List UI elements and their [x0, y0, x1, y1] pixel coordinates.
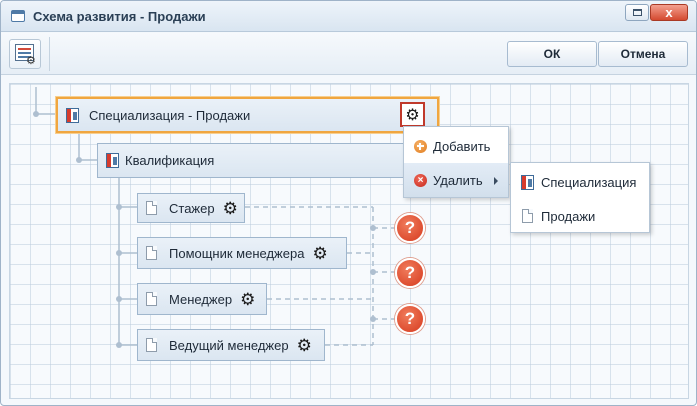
- book-icon: [66, 107, 79, 123]
- help-icon[interactable]: ?: [395, 304, 425, 334]
- tree-node-position[interactable]: Менеджер ⚙: [137, 283, 267, 315]
- submenu-arrow-icon: [494, 177, 498, 185]
- page-icon: [146, 201, 157, 215]
- menu-item-delete[interactable]: × Удалить: [404, 163, 508, 197]
- node-label: Ведущий менеджер: [169, 337, 289, 353]
- title-bar[interactable]: Схема развития - Продажи x: [1, 1, 696, 32]
- delete-circle-icon: ×: [414, 173, 427, 187]
- context-menu: Добавить × Удалить: [403, 126, 509, 198]
- toolbar: ⚙ ОК Отмена: [1, 33, 696, 75]
- window-icon: [11, 10, 25, 22]
- gear-icon[interactable]: ⚙: [240, 291, 255, 308]
- close-icon: x: [665, 5, 673, 20]
- tree-node-position[interactable]: Ведущий менеджер ⚙: [137, 329, 325, 361]
- book-icon: [106, 153, 119, 168]
- menu-item-label: Удалить: [433, 172, 483, 188]
- gear-icon: ⚙: [26, 55, 36, 67]
- node-settings-gear-icon[interactable]: ⚙: [400, 102, 425, 127]
- ok-button[interactable]: ОК: [507, 41, 597, 67]
- page-icon: [146, 338, 157, 352]
- page-icon: [146, 292, 157, 306]
- gear-icon[interactable]: ⚙: [297, 337, 312, 354]
- book-icon: [521, 174, 534, 190]
- menu-item-label: Продажи: [541, 208, 596, 224]
- node-label: Специализация - Продажи: [89, 107, 251, 123]
- tree-node-position[interactable]: Стажер ⚙: [137, 193, 245, 223]
- submenu: Специализация Продажи: [510, 162, 650, 233]
- tree-node-specialization[interactable]: Специализация - Продажи: [56, 97, 439, 133]
- menu-item-add[interactable]: Добавить: [404, 129, 508, 163]
- gear-icon[interactable]: ⚙: [223, 200, 238, 217]
- node-label: Помощник менеджера: [169, 245, 305, 261]
- help-icon[interactable]: ?: [395, 258, 425, 288]
- window-title: Схема развития - Продажи: [33, 9, 206, 24]
- settings-sheet-icon[interactable]: ⚙: [9, 39, 41, 69]
- help-icon[interactable]: ?: [395, 213, 425, 243]
- menu-item-label: Специализация: [541, 174, 637, 190]
- submenu-item-specialization[interactable]: Специализация: [511, 165, 649, 199]
- node-label: Стажер: [169, 200, 215, 216]
- node-label: Менеджер: [169, 291, 233, 307]
- restore-button[interactable]: [625, 4, 649, 21]
- page-icon: [146, 246, 157, 260]
- cancel-button[interactable]: Отмена: [598, 41, 688, 67]
- tree-node-qualification[interactable]: Квалификация: [97, 143, 411, 178]
- add-circle-icon: [414, 139, 427, 153]
- close-button[interactable]: x: [650, 4, 688, 21]
- gear-icon[interactable]: ⚙: [312, 245, 327, 262]
- node-label: Квалификация: [125, 153, 215, 168]
- submenu-item-sales[interactable]: Продажи: [511, 199, 649, 233]
- tree-node-position[interactable]: Помощник менеджера ⚙: [137, 237, 347, 269]
- page-icon: [522, 209, 533, 223]
- menu-item-label: Добавить: [433, 138, 491, 154]
- dialog-window: Схема развития - Продажи x ⚙ ОК Отмена С…: [0, 0, 697, 406]
- toolbar-divider: [49, 37, 50, 71]
- restore-icon: [633, 9, 642, 16]
